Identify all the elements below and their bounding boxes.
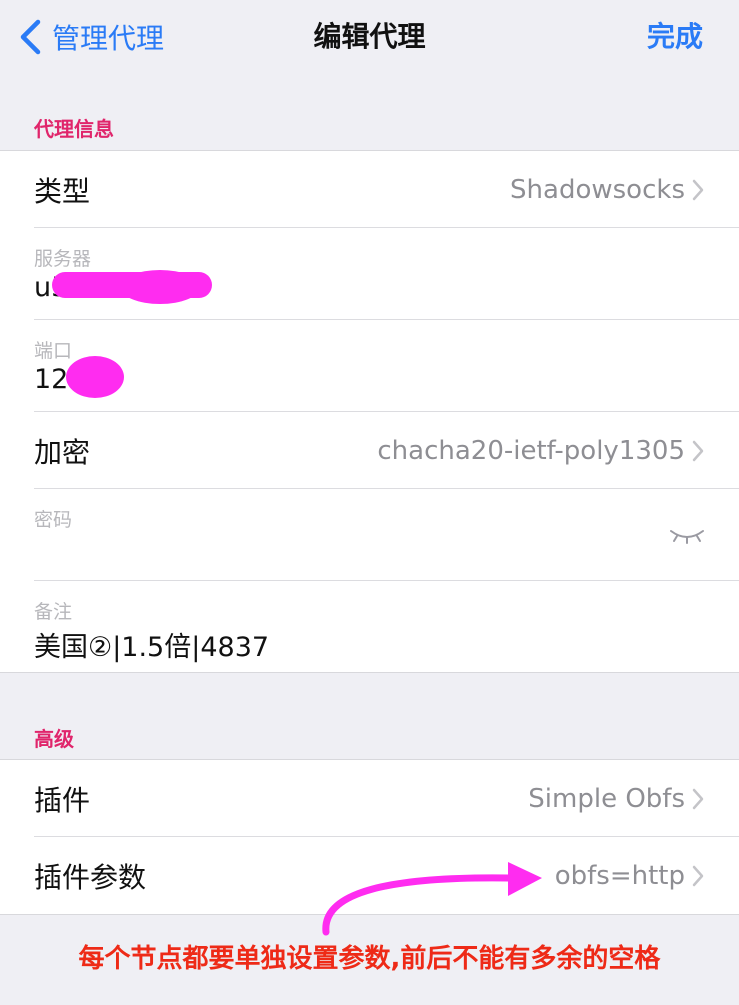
annotation-text: 每个节点都要单独设置参数,前后不能有多余的空格 [78, 944, 661, 974]
annotation-arrow-icon [322, 862, 542, 936]
